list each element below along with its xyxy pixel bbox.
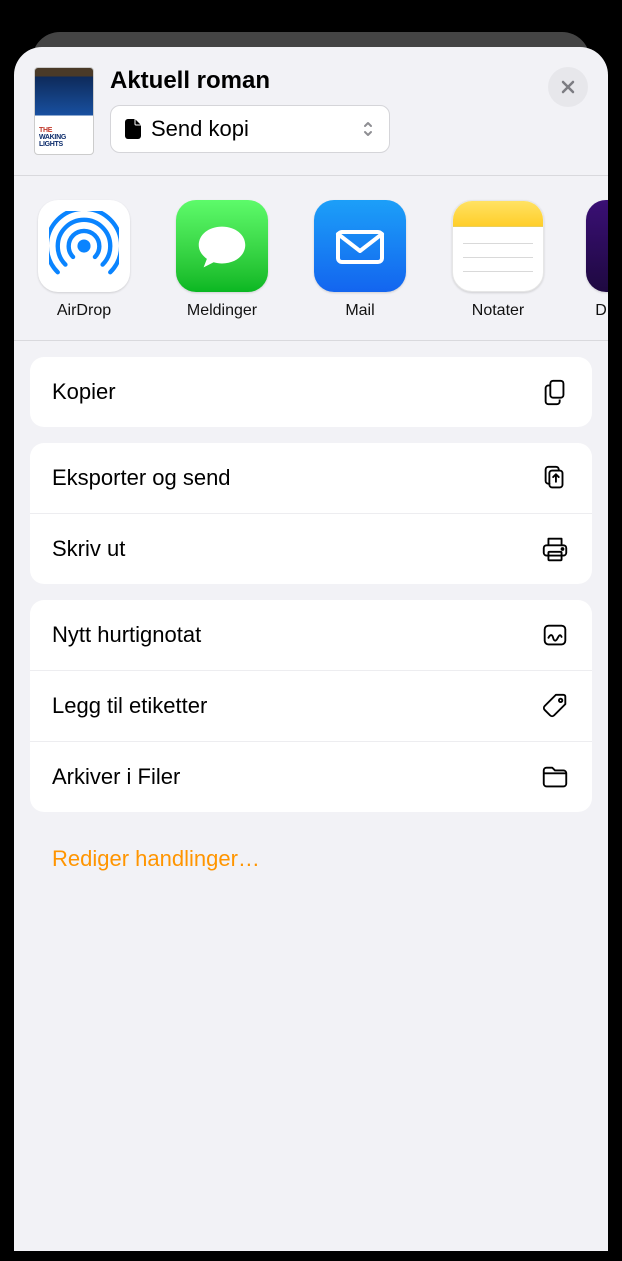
share-target-airdrop[interactable]: AirDrop [34,200,134,320]
folder-icon [540,762,570,792]
device-frame: THEWAKINGLIGHTS Aktuell roman Send kopi [0,0,622,1261]
actions-area: Kopier Eksporter og send [14,341,608,892]
share-target-mail[interactable]: Mail [310,200,410,320]
action-group: Kopier [30,357,592,427]
share-target-notes[interactable]: Notater [448,200,548,320]
action-label: Legg til etiketter [52,693,207,719]
print-icon [540,534,570,564]
sheet-header: THEWAKINGLIGHTS Aktuell roman Send kopi [14,47,608,176]
share-target-next[interactable]: D [586,200,608,320]
share-target-messages[interactable]: Meldinger [172,200,272,320]
close-button[interactable] [548,67,588,107]
messages-icon [176,200,268,292]
action-label: Kopier [52,379,116,405]
action-copy[interactable]: Kopier [30,357,592,427]
action-label: Nytt hurtignotat [52,622,201,648]
app-targets-row: AirDrop Meldinger Mail [14,176,608,341]
share-sheet: THEWAKINGLIGHTS Aktuell roman Send kopi [14,47,608,1251]
notes-icon [452,200,544,292]
tag-icon [540,691,570,721]
export-icon [540,463,570,493]
share-mode-dropdown[interactable]: Send kopi [110,105,390,153]
document-icon [125,119,141,139]
dropdown-label: Send kopi [151,116,351,142]
mail-icon [314,200,406,292]
action-save-files[interactable]: Arkiver i Filer [30,741,592,812]
action-export[interactable]: Eksporter og send [30,443,592,513]
app-label: AirDrop [57,302,111,320]
next-app-icon [586,200,608,292]
action-print[interactable]: Skriv ut [30,513,592,584]
action-label: Eksporter og send [52,465,231,491]
app-label: Meldinger [187,302,257,320]
edit-actions-link[interactable]: Rediger handlinger… [30,828,592,872]
sheet-title: Aktuell roman [110,67,588,95]
action-label: Skriv ut [52,536,125,562]
app-label: Mail [345,302,374,320]
close-icon [560,79,576,95]
action-quicknote[interactable]: Nytt hurtignotat [30,600,592,670]
action-group: Eksporter og send Skriv ut [30,443,592,584]
airdrop-icon [38,200,130,292]
copy-icon [540,377,570,407]
quicknote-icon [540,620,570,650]
header-main: Aktuell roman Send kopi [110,67,588,153]
action-group: Nytt hurtignotat Legg til etiketter Arki… [30,600,592,812]
app-label: D [595,302,607,320]
app-label: Notater [472,302,524,320]
action-label: Arkiver i Filer [52,764,180,790]
chevron-up-down-icon [361,119,375,139]
action-tags[interactable]: Legg til etiketter [30,670,592,741]
document-thumbnail: THEWAKINGLIGHTS [34,67,94,155]
